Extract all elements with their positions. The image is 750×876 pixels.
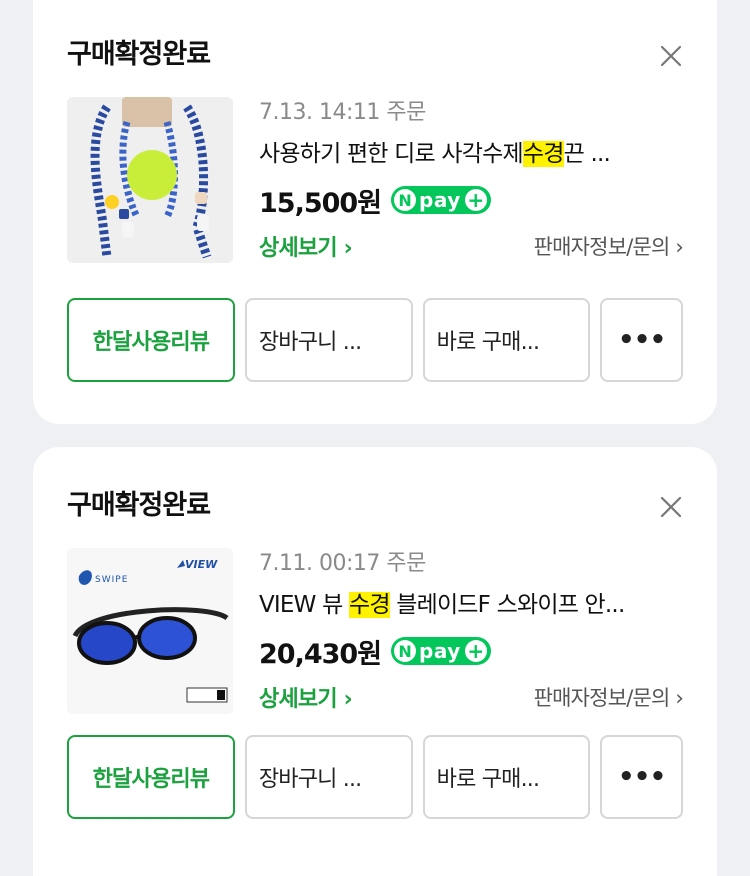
order-links: 상세보기 › 판매자정보/문의 › bbox=[259, 673, 684, 721]
order-status: 구매확정완료 bbox=[67, 39, 211, 70]
product-name-part: 블레이드F 스와이프 안... bbox=[389, 592, 625, 618]
order-card: 구매확정완료 7.13. 14:11 주문 사용하기 편한 디로 사각수제수경끈… bbox=[33, 0, 717, 424]
plus-icon: + bbox=[464, 189, 487, 211]
order-info: 7.11. 00:17 주문 VIEW 뷰 수경 블레이드F 스와이프 안...… bbox=[259, 547, 684, 721]
product-price: 15,500원 bbox=[259, 187, 382, 219]
order-card: 구매확정완료 VIEW SWIPE 7.11. 00:17 주문 VIEW 뷰 … bbox=[33, 447, 717, 876]
seller-info-link[interactable]: 판매자정보/문의 › bbox=[534, 682, 684, 712]
seller-info-link[interactable]: 판매자정보/문의 › bbox=[534, 231, 684, 261]
order-actions: 한달사용리뷰 장바구니 ... 바로 구매... ••• bbox=[67, 298, 683, 382]
price-row: 20,430원 N pay + bbox=[259, 629, 683, 673]
product-name[interactable]: 사용하기 편한 디로 사각수제수경끈 ... bbox=[259, 130, 683, 178]
more-options-button[interactable]: ••• bbox=[600, 735, 683, 819]
order-date: 7.11. 00:17 주문 bbox=[259, 551, 426, 576]
product-name-part: 끈 ... bbox=[563, 141, 611, 167]
product-thumbnail[interactable]: VIEW SWIPE bbox=[67, 548, 233, 714]
detail-link[interactable]: 상세보기 › bbox=[259, 681, 353, 713]
review-button[interactable]: 한달사용리뷰 bbox=[67, 735, 235, 819]
search-highlight: 수경 bbox=[348, 592, 391, 618]
detail-link[interactable]: 상세보기 › bbox=[259, 230, 353, 262]
brand-view-text: VIEW bbox=[185, 558, 218, 571]
order-status: 구매확정완료 bbox=[67, 490, 211, 521]
npay-plus-badge: N pay + bbox=[391, 186, 491, 214]
more-options-button[interactable]: ••• bbox=[600, 298, 683, 382]
order-info: 7.13. 14:11 주문 사용하기 편한 디로 사각수제수경끈 ... 15… bbox=[259, 96, 684, 270]
product-thumbnail[interactable] bbox=[67, 97, 233, 263]
npay-label: pay bbox=[419, 188, 461, 212]
brand-swipe-text: SWIPE bbox=[95, 575, 128, 585]
order-links: 상세보기 › 판매자정보/문의 › bbox=[259, 222, 684, 270]
close-icon[interactable] bbox=[659, 44, 683, 68]
product-price: 20,430원 bbox=[259, 638, 382, 670]
product-name-part: VIEW 뷰 bbox=[259, 592, 349, 618]
buy-now-button[interactable]: 바로 구매... bbox=[422, 735, 591, 819]
npay-n-icon: N bbox=[394, 640, 417, 662]
npay-plus-badge: N pay + bbox=[391, 637, 491, 665]
close-icon[interactable] bbox=[659, 495, 683, 519]
plus-icon: + bbox=[464, 640, 487, 662]
price-row: 15,500원 N pay + bbox=[259, 178, 683, 222]
product-name[interactable]: VIEW 뷰 수경 블레이드F 스와이프 안... bbox=[259, 581, 683, 629]
product-name-part: 사용하기 편한 디로 사각수제 bbox=[259, 141, 524, 167]
buy-now-button[interactable]: 바로 구매... bbox=[422, 298, 591, 382]
npay-label: pay bbox=[419, 639, 461, 663]
review-button[interactable]: 한달사용리뷰 bbox=[67, 298, 235, 382]
order-actions: 한달사용리뷰 장바구니 ... 바로 구매... ••• bbox=[67, 735, 683, 819]
add-to-cart-button[interactable]: 장바구니 ... bbox=[244, 735, 413, 819]
order-date: 7.13. 14:11 주문 bbox=[259, 100, 426, 125]
add-to-cart-button[interactable]: 장바구니 ... bbox=[244, 298, 413, 382]
npay-n-icon: N bbox=[394, 189, 417, 211]
search-highlight: 수경 bbox=[522, 141, 564, 167]
